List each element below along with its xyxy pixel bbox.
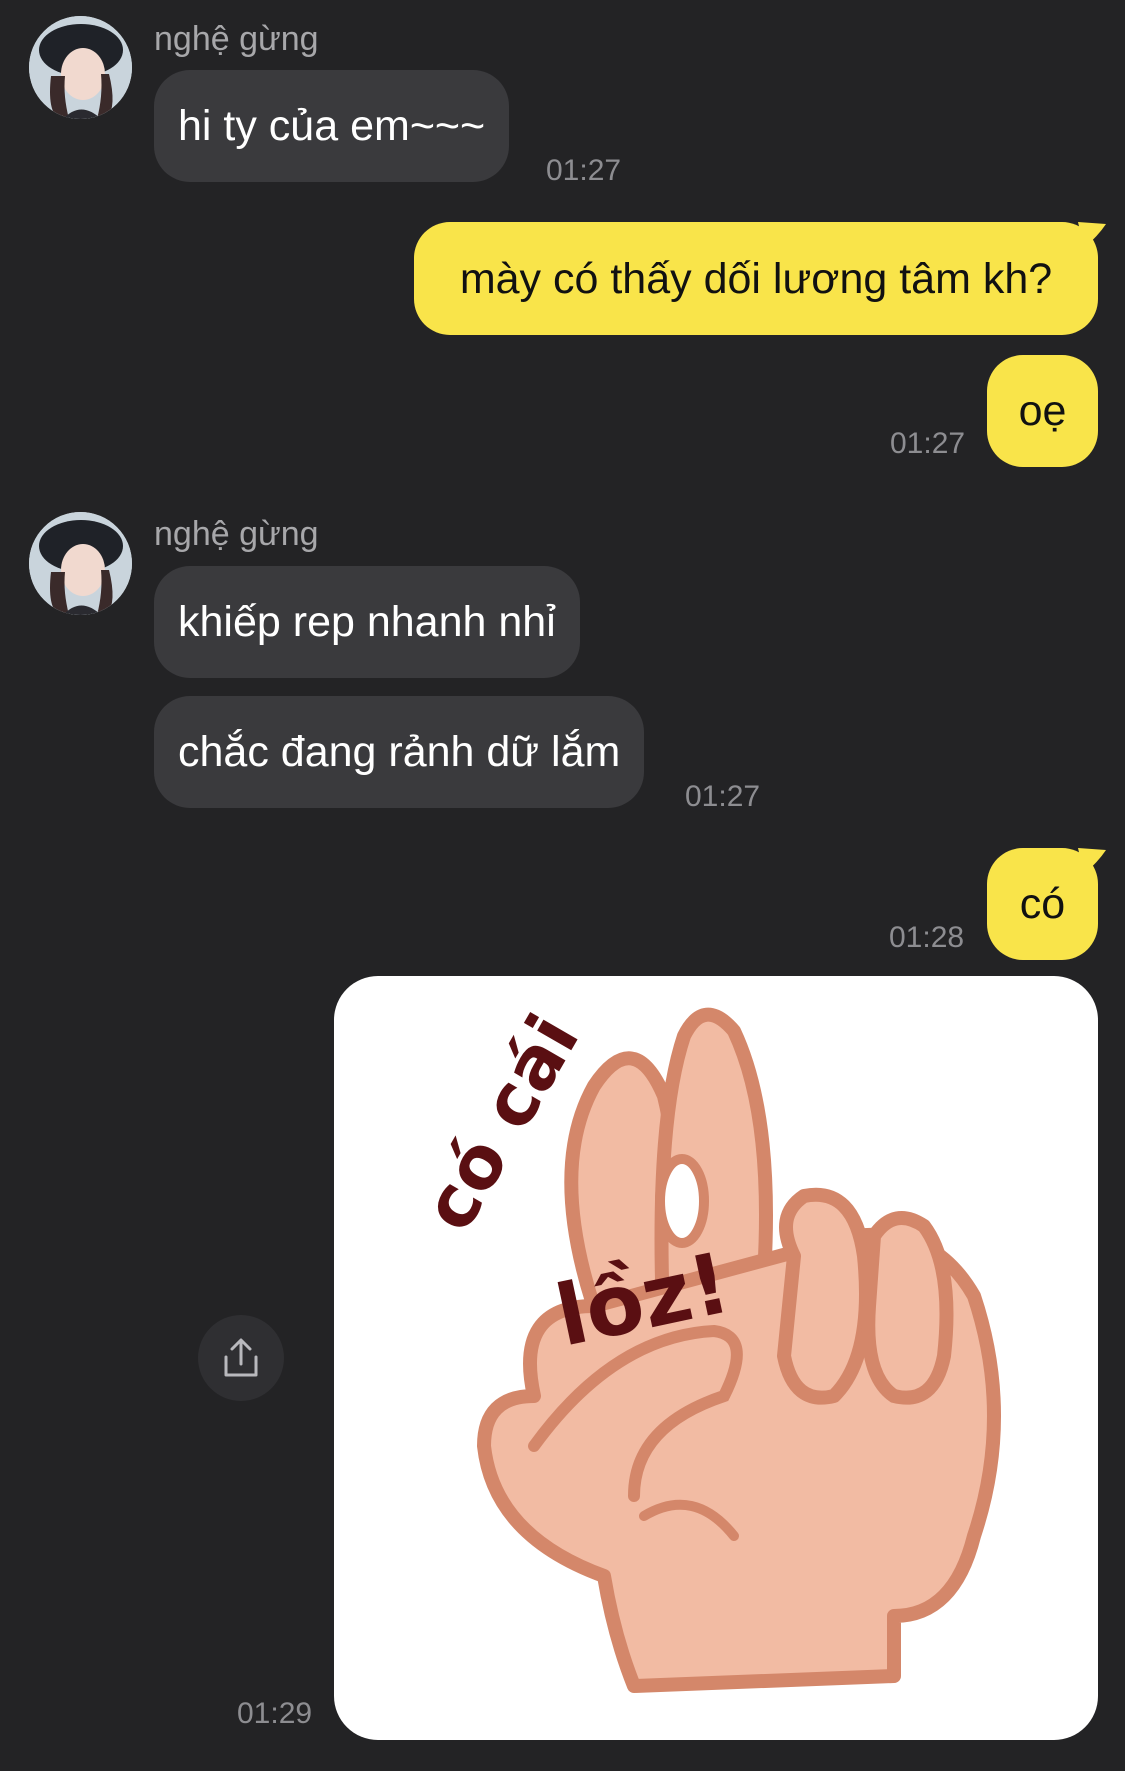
sender-name: nghệ gừng xyxy=(154,20,319,58)
share-icon xyxy=(224,1338,258,1377)
bubble-tail xyxy=(1078,848,1106,874)
message-text: có xyxy=(1019,880,1066,928)
message-text: khiếp rep nhanh nhỉ xyxy=(178,598,556,646)
chat-view: nghệ gừng hi ty của em~~~ 01:27 mày có t… xyxy=(0,0,1125,1771)
message-timestamp: 01:27 xyxy=(890,427,966,460)
incoming-message-bubble[interactable]: chắc đang rảnh dữ lắm xyxy=(154,696,645,808)
message-timestamp: 01:28 xyxy=(889,921,965,954)
message-text: oẹ xyxy=(1018,387,1067,435)
message-timestamp: 01:29 xyxy=(237,1697,313,1730)
hand-sticker-drawing: có cái lồz! xyxy=(406,1001,1001,1693)
outgoing-message-bubble[interactable]: oẹ xyxy=(987,355,1098,467)
message-timestamp: 01:27 xyxy=(685,780,761,813)
message-text: mày có thấy dối lương tâm kh? xyxy=(459,254,1053,303)
avatar-image xyxy=(29,16,132,119)
bubble-tail xyxy=(1078,222,1106,248)
message-timestamp: 01:27 xyxy=(546,154,622,187)
message-text: chắc đang rảnh dữ lắm xyxy=(178,728,621,776)
share-button[interactable] xyxy=(198,1315,284,1401)
outgoing-message-bubble[interactable]: mày có thấy dối lương tâm kh? xyxy=(414,222,1098,335)
avatar-image xyxy=(29,512,132,615)
avatar[interactable] xyxy=(29,16,132,119)
avatar[interactable] xyxy=(29,512,132,615)
incoming-message-bubble[interactable]: hi ty của em~~~ xyxy=(154,70,510,182)
sticker-image[interactable]: có cái lồz! xyxy=(334,976,1098,1740)
incoming-message-bubble[interactable]: khiếp rep nhanh nhỉ xyxy=(154,566,580,678)
message-text: hi ty của em~~~ xyxy=(178,102,486,150)
sender-name: nghệ gừng xyxy=(154,515,319,553)
